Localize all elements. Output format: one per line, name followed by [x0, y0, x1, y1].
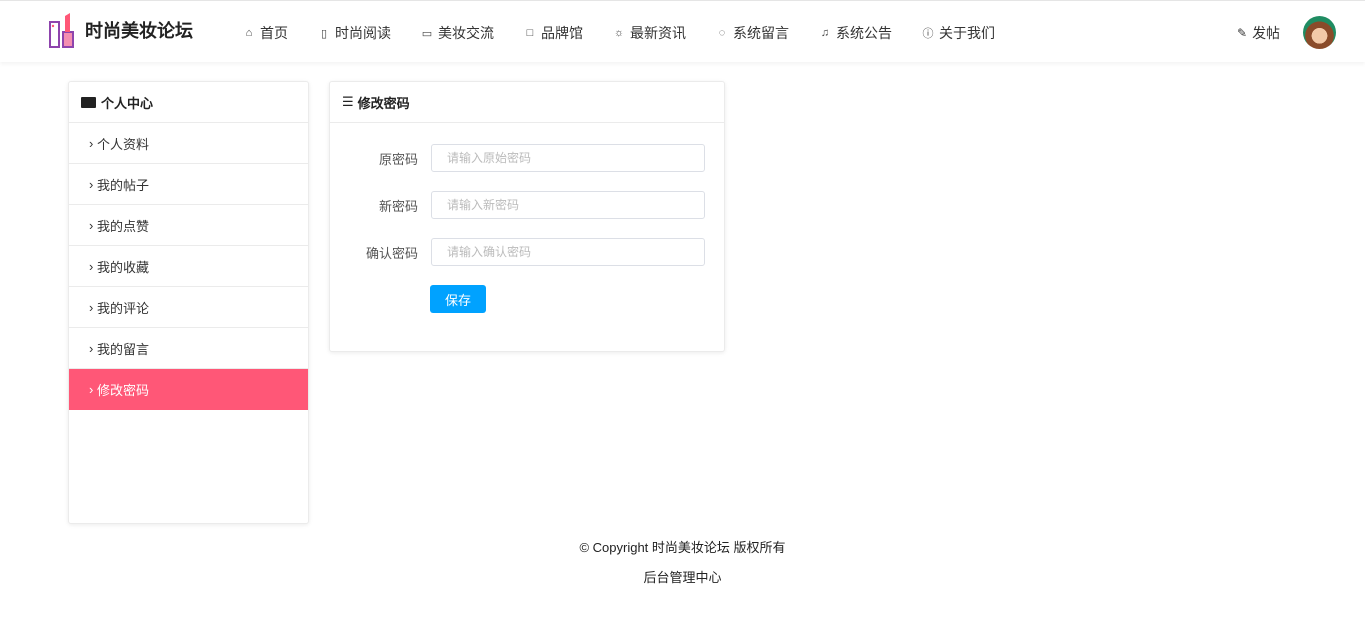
- sidebar-item-my-posts[interactable]: › 我的帖子: [69, 164, 308, 205]
- sidebar-item-my-comments[interactable]: › 我的评论: [69, 287, 308, 328]
- post-label: 发帖: [1252, 25, 1281, 41]
- label: 我的帖子: [96, 177, 149, 193]
- top-header: 时尚美妆论坛 ⌂ 首页 ▯ 时尚阅读 ▭ 美妆交流 □ 品牌馆 ☼ 最新资讯 ◌ 系统留言 …: [0, 0, 1365, 62]
- nav-latest-news[interactable]: ☼ 最新资讯: [613, 23, 686, 43]
- nav-brand-hall[interactable]: □ 品牌馆: [524, 23, 583, 43]
- new-password-label: 新密码: [378, 198, 418, 214]
- nav-about-us[interactable]: ⓘ 关于我们: [922, 23, 996, 43]
- nav-fashion-reading[interactable]: ▯ 时尚阅读: [318, 23, 391, 43]
- edit-icon: ✎: [1237, 26, 1248, 40]
- nav-system-messages[interactable]: ◌ 系统留言: [716, 23, 789, 43]
- info-icon: ⓘ: [922, 28, 934, 40]
- confirm-password-label: 确认密码: [365, 245, 418, 261]
- shop-icon: □: [526, 27, 534, 39]
- nav-label: 首页: [260, 25, 288, 41]
- logo[interactable]: 时尚美妆论坛: [49, 12, 193, 48]
- label: 修改密码: [96, 383, 149, 398]
- sidebar-panel: 个人中心 › 个人资料 › 我的帖子 › 我的点赞 › 我的收藏 › 我的评论 …: [68, 81, 309, 524]
- sidebar-header: 个人中心: [69, 82, 308, 123]
- confirm-password-row: 确认密码: [330, 238, 705, 266]
- confirm-password-input[interactable]: [431, 238, 705, 266]
- user-avatar[interactable]: [1303, 16, 1336, 49]
- label: 个人资料: [96, 136, 149, 152]
- save-button[interactable]: 保存: [430, 285, 486, 313]
- home-icon: ⌂: [245, 27, 253, 39]
- nav-label: 品牌馆: [541, 25, 583, 41]
- post-button[interactable]: ✎ 发帖: [1237, 23, 1280, 43]
- change-password-panel: ☰ 修改密码 原密码 新密码 确认密码 保存: [329, 81, 725, 352]
- label: 我的评论: [96, 300, 149, 316]
- nav-label: 时尚阅读: [335, 25, 391, 41]
- nav-beauty-exchange[interactable]: ▭ 美妆交流: [421, 23, 494, 43]
- old-password-input[interactable]: [431, 144, 705, 172]
- bell-icon: ♫: [820, 27, 830, 39]
- lipstick-logo-icon: [49, 13, 74, 48]
- label: 我的留言: [96, 341, 149, 357]
- old-password-row: 原密码: [330, 144, 705, 172]
- nav-label: 系统公告: [836, 25, 892, 41]
- book-icon: ▯: [320, 27, 328, 40]
- menu-icon: ☰: [342, 94, 354, 109]
- message-icon: ▭: [421, 27, 433, 40]
- sidebar-item-my-favorites[interactable]: › 我的收藏: [69, 246, 308, 287]
- sidebar-item-change-password[interactable]: › 修改密码: [69, 369, 308, 410]
- nav-home[interactable]: ⌂ 首页: [243, 23, 288, 43]
- sidebar-title: 个人中心: [101, 95, 154, 111]
- site-title: 时尚美妆论坛: [85, 21, 193, 41]
- label: 我的收藏: [96, 259, 149, 275]
- chat-icon: ◌: [718, 27, 726, 39]
- nav-announcements[interactable]: ♫ 系统公告: [819, 23, 892, 43]
- nav-label: 关于我们: [939, 25, 995, 41]
- copyright: © Copyright 时尚美妆论坛 版权所有: [579, 540, 786, 555]
- form-title: 修改密码: [357, 95, 410, 111]
- sun-icon: ☼: [613, 27, 625, 39]
- sidebar-item-profile[interactable]: › 个人资料: [69, 123, 308, 164]
- sidebar-item-my-messages[interactable]: › 我的留言: [69, 328, 308, 369]
- admin-link[interactable]: 后台管理中心: [0, 567, 1365, 586]
- main-nav: ⌂ 首页 ▯ 时尚阅读 ▭ 美妆交流 □ 品牌馆 ☼ 最新资讯 ◌ 系统留言 ♫ 系统公告 ⓘ…: [243, 23, 1025, 43]
- nav-label: 最新资讯: [630, 25, 686, 41]
- nav-label: 美妆交流: [438, 25, 494, 41]
- form-header: ☰ 修改密码: [330, 82, 724, 123]
- id-card-icon: [81, 96, 96, 108]
- label: 我的点赞: [96, 218, 149, 234]
- old-password-label: 原密码: [378, 151, 418, 167]
- nav-label: 系统留言: [733, 25, 789, 41]
- new-password-row: 新密码: [330, 191, 705, 219]
- new-password-input[interactable]: [431, 191, 705, 219]
- sidebar-item-my-likes[interactable]: › 我的点赞: [69, 205, 308, 246]
